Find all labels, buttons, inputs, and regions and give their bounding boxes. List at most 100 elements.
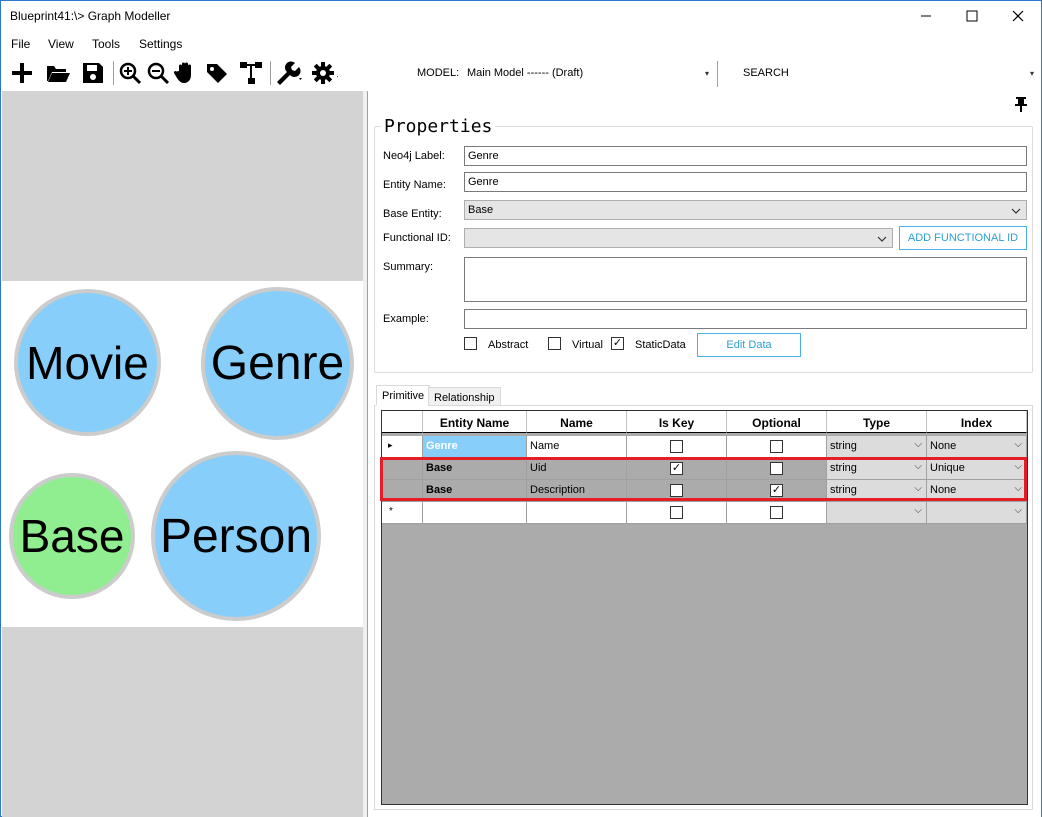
abstract-label: Abstract bbox=[488, 339, 529, 351]
row-selector[interactable] bbox=[382, 458, 423, 480]
is-key-checkbox[interactable]: ✓ bbox=[670, 462, 683, 475]
column-header-is-key[interactable]: Is Key bbox=[627, 411, 727, 433]
is-key-checkbox[interactable] bbox=[670, 440, 683, 453]
cell-name[interactable]: Description bbox=[527, 480, 627, 502]
base-entity-select[interactable]: Base bbox=[464, 200, 1027, 220]
cell-optional[interactable] bbox=[727, 502, 827, 524]
toolbar: MODEL: Main Model ------ (Draft) ▾ SEARC… bbox=[1, 57, 1041, 89]
column-header-type[interactable]: Type bbox=[827, 411, 927, 433]
model-dropdown-arrow-icon[interactable]: ▾ bbox=[701, 65, 713, 81]
toolbar-separator bbox=[717, 61, 718, 87]
row-selector-new[interactable]: * bbox=[382, 502, 423, 524]
save-icon[interactable] bbox=[79, 59, 107, 87]
entity-name-field[interactable]: Genre bbox=[464, 172, 1027, 192]
column-header-entity-name[interactable]: Entity Name bbox=[423, 411, 527, 433]
menu-view[interactable]: View bbox=[48, 37, 74, 51]
minimize-button[interactable] bbox=[903, 1, 949, 31]
add-icon[interactable] bbox=[8, 59, 36, 87]
close-button[interactable] bbox=[995, 1, 1041, 31]
attributes-grid[interactable]: Entity Name Name Is Key Optional Type In… bbox=[381, 410, 1028, 805]
column-header-index[interactable]: Index bbox=[927, 411, 1027, 433]
functional-id-select[interactable] bbox=[464, 228, 893, 248]
model-label: MODEL: bbox=[417, 67, 460, 79]
app-window: Blueprint41:\> Graph Modeller File View … bbox=[0, 0, 1042, 817]
grid-header-row: Entity Name Name Is Key Optional Type In… bbox=[382, 411, 1027, 433]
node-base[interactable]: Base bbox=[9, 473, 135, 599]
node-genre[interactable]: Genre bbox=[201, 287, 354, 440]
cell-is-key[interactable] bbox=[627, 480, 727, 502]
cell-type[interactable]: string ⌵ bbox=[827, 458, 927, 480]
graph-canvas[interactable] bbox=[2, 91, 363, 817]
table-row[interactable]: Base Description ✓ string ⌵ None ⌵ bbox=[382, 480, 1027, 502]
cell-is-key[interactable]: ✓ bbox=[627, 458, 727, 480]
cell-name[interactable]: Uid bbox=[527, 458, 627, 480]
cell-name[interactable]: Name bbox=[527, 436, 627, 458]
tag-icon[interactable] bbox=[203, 59, 231, 87]
neo4j-label-field[interactable]: Genre bbox=[464, 146, 1027, 166]
chevron-down-icon: ⌵ bbox=[1014, 439, 1022, 450]
row-selector[interactable] bbox=[382, 480, 423, 502]
edit-data-button[interactable]: Edit Data bbox=[697, 333, 801, 357]
wrench-icon[interactable] bbox=[274, 59, 302, 87]
check-icon: ✓ bbox=[671, 462, 682, 474]
abstract-checkbox[interactable] bbox=[464, 337, 477, 350]
close-icon bbox=[1012, 10, 1024, 22]
cell-entity-name[interactable]: Base bbox=[423, 458, 527, 480]
hand-pan-icon[interactable] bbox=[172, 59, 200, 87]
maximize-button[interactable] bbox=[949, 1, 995, 31]
column-header-name[interactable]: Name bbox=[527, 411, 627, 433]
menu-file[interactable]: File bbox=[11, 37, 30, 51]
table-row[interactable]: ▸ Genre Name string ⌵ None ⌵ bbox=[382, 436, 1027, 458]
cell-type[interactable]: ⌵ bbox=[827, 502, 927, 524]
cell-type[interactable]: string ⌵ bbox=[827, 480, 927, 502]
column-header-optional[interactable]: Optional bbox=[727, 411, 827, 433]
example-field[interactable] bbox=[464, 309, 1027, 329]
is-key-checkbox[interactable] bbox=[670, 484, 683, 497]
cell-optional[interactable] bbox=[727, 436, 827, 458]
cell-name[interactable] bbox=[527, 502, 627, 524]
gear-icon[interactable] bbox=[310, 59, 338, 87]
menu-settings[interactable]: Settings bbox=[139, 37, 182, 51]
summary-field[interactable] bbox=[464, 257, 1027, 302]
optional-checkbox[interactable] bbox=[770, 506, 783, 519]
search-dropdown-arrow-icon[interactable]: ▾ bbox=[1026, 65, 1038, 81]
optional-checkbox[interactable] bbox=[770, 462, 783, 475]
hierarchy-icon[interactable] bbox=[237, 59, 265, 87]
menu-tools[interactable]: Tools bbox=[92, 37, 120, 51]
row-header-corner bbox=[382, 411, 423, 433]
cell-index[interactable]: ⌵ bbox=[927, 502, 1027, 524]
cell-is-key[interactable] bbox=[627, 502, 727, 524]
add-functional-id-button[interactable]: ADD FUNCTIONAL ID bbox=[899, 226, 1027, 250]
is-key-checkbox[interactable] bbox=[670, 506, 683, 519]
node-movie[interactable]: Movie bbox=[14, 289, 161, 436]
cell-optional[interactable]: ✓ bbox=[727, 480, 827, 502]
cell-index[interactable]: None ⌵ bbox=[927, 436, 1027, 458]
staticdata-checkbox[interactable]: ✓ bbox=[611, 337, 624, 350]
cell-is-key[interactable] bbox=[627, 436, 727, 458]
pin-icon[interactable] bbox=[1013, 96, 1029, 112]
open-folder-icon[interactable] bbox=[44, 59, 72, 87]
summary-caption: Summary: bbox=[383, 261, 434, 273]
optional-checkbox[interactable]: ✓ bbox=[770, 484, 783, 497]
cell-index[interactable]: None ⌵ bbox=[927, 480, 1027, 502]
cell-entity-name[interactable]: Genre bbox=[423, 436, 527, 458]
cell-entity-name[interactable] bbox=[423, 502, 527, 524]
search-input[interactable]: SEARCH bbox=[743, 67, 789, 79]
node-person[interactable]: Person bbox=[151, 451, 321, 621]
model-selector[interactable]: Main Model ------ (Draft) bbox=[467, 67, 583, 79]
cell-type[interactable]: string ⌵ bbox=[827, 436, 927, 458]
neo4j-label-caption: Neo4j Label: bbox=[383, 150, 445, 162]
cell-index[interactable]: Unique ⌵ bbox=[927, 458, 1027, 480]
virtual-checkbox[interactable] bbox=[548, 337, 561, 350]
optional-checkbox[interactable] bbox=[770, 440, 783, 453]
table-row[interactable]: Base Uid ✓ string ⌵ Unique ⌵ bbox=[382, 458, 1027, 480]
row-selector-current[interactable]: ▸ bbox=[382, 436, 423, 458]
cell-entity-name[interactable]: Base bbox=[423, 480, 527, 502]
table-row-new[interactable]: * ⌵ ⌵ bbox=[382, 502, 1027, 524]
tab-relationship[interactable]: Relationship bbox=[428, 387, 501, 406]
tab-primitive[interactable]: Primitive bbox=[376, 385, 431, 406]
minimize-icon bbox=[921, 15, 931, 17]
zoom-out-icon[interactable] bbox=[144, 59, 172, 87]
cell-optional[interactable] bbox=[727, 458, 827, 480]
zoom-in-icon[interactable] bbox=[116, 59, 144, 87]
